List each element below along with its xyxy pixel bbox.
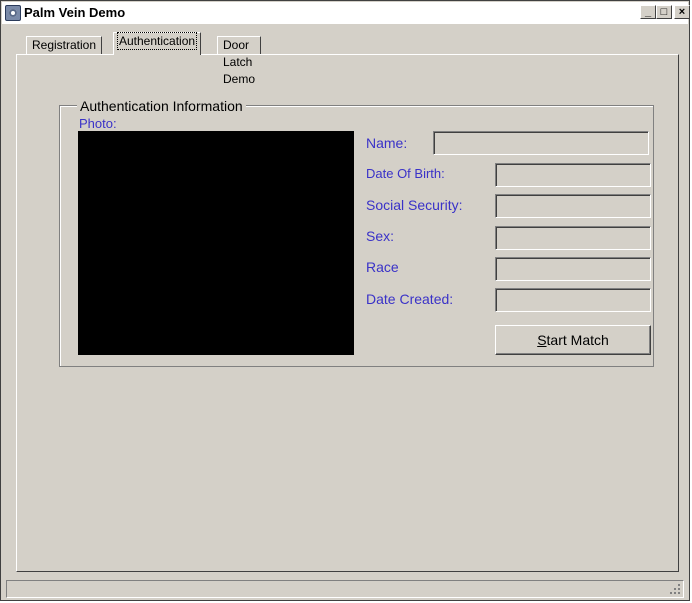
- photo-label: Photo:: [79, 116, 117, 131]
- app-icon[interactable]: [5, 5, 21, 21]
- race-label: Race: [366, 259, 399, 275]
- name-field[interactable]: [433, 131, 649, 155]
- maximize-button[interactable]: □: [656, 5, 672, 19]
- tab-door-latch-demo[interactable]: Door Latch Demo: [217, 36, 261, 86]
- race-field[interactable]: [495, 257, 651, 281]
- social-security-field[interactable]: [495, 194, 651, 218]
- minimize-button[interactable]: _: [640, 5, 656, 19]
- name-label: Name:: [366, 135, 408, 151]
- status-bar: [6, 580, 684, 598]
- tab-registration[interactable]: Registration: [26, 36, 103, 54]
- start-match-button[interactable]: Start Match: [495, 325, 651, 355]
- close-button[interactable]: ×: [674, 5, 690, 19]
- tab-authentication-label: Authentication: [116, 32, 198, 50]
- sex-label: Sex:: [366, 228, 395, 244]
- tab-authentication[interactable]: Authentication: [113, 32, 202, 55]
- group-title: Authentication Information: [77, 98, 246, 114]
- window-title: Palm Vein Demo: [24, 5, 126, 20]
- date-created-label: Date Created:: [366, 291, 454, 307]
- social-security-label: Social Security:: [366, 197, 463, 213]
- client-area: Registration Authentication Door Latch D…: [6, 26, 684, 578]
- resize-grip-icon[interactable]: [668, 582, 680, 594]
- authentication-panel: Authentication Information Photo: Name: …: [16, 54, 679, 572]
- app-window: Palm Vein Demo _ □ × Registration Authen…: [0, 0, 690, 601]
- date-created-field[interactable]: [495, 288, 651, 312]
- photo-box: [78, 131, 354, 355]
- dob-label: Date Of Birth:: [366, 166, 445, 181]
- sex-field[interactable]: [495, 226, 651, 250]
- dob-field[interactable]: [495, 163, 651, 187]
- title-bar[interactable]: Palm Vein Demo _ □ ×: [2, 2, 690, 24]
